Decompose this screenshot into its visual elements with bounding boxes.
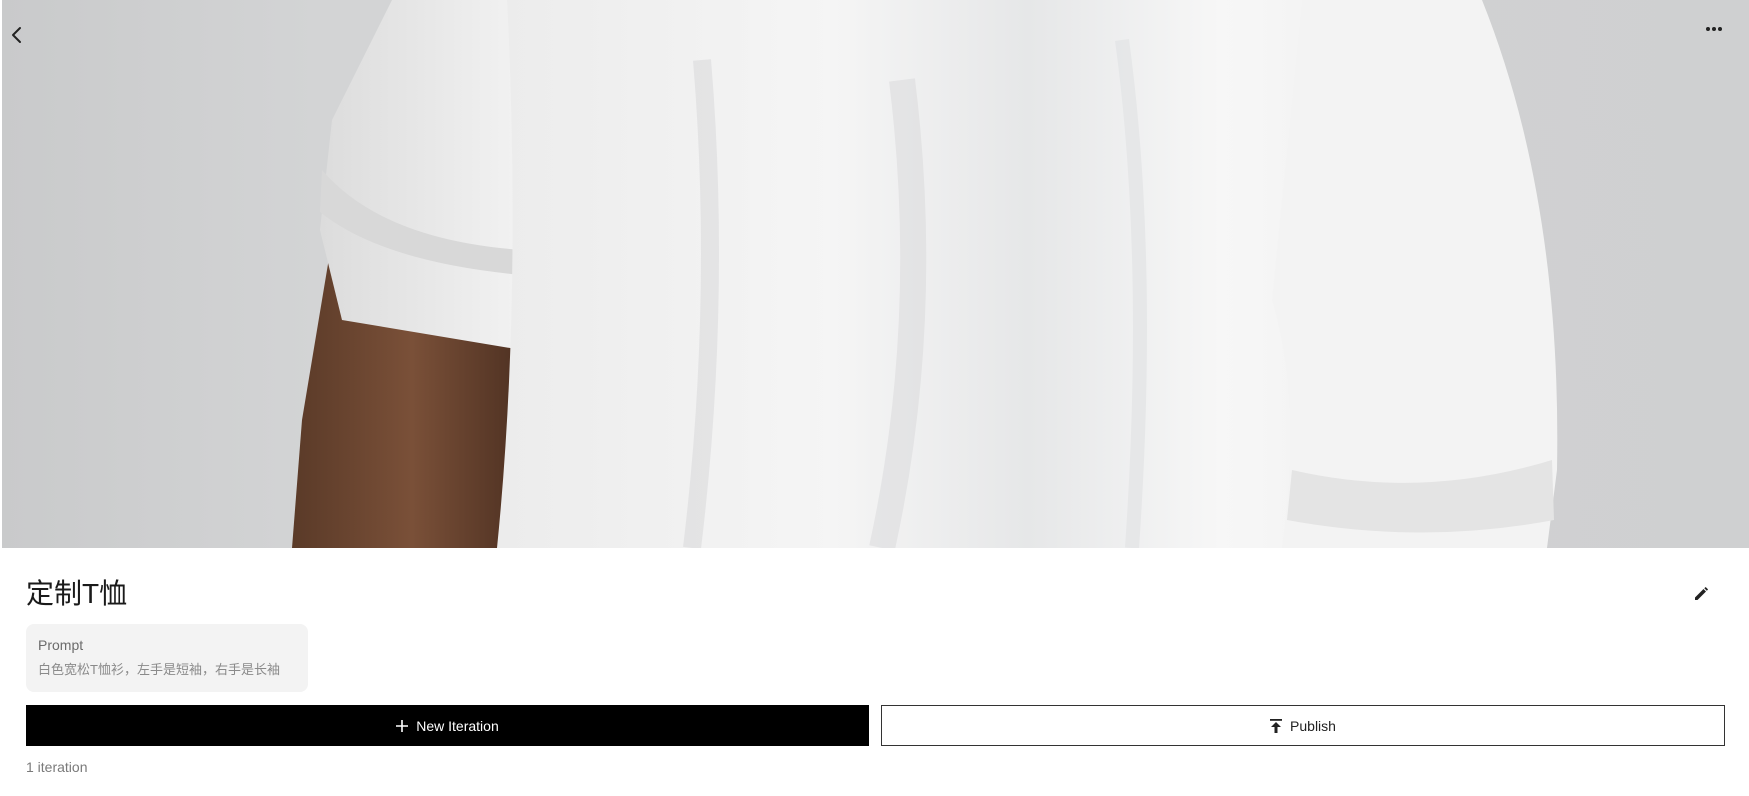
project-title: 定制T恤 — [26, 578, 128, 609]
upload-icon — [1270, 718, 1283, 733]
prompt-card: Prompt 白色宽松T恤衫，左手是短袖，右手是长袖 — [26, 624, 308, 692]
hero-image — [2, 0, 1749, 548]
new-iteration-button[interactable]: New Iteration — [26, 705, 869, 746]
more-options-button[interactable] — [1705, 26, 1745, 66]
more-horizontal-icon — [1706, 27, 1722, 31]
chevron-left-icon — [12, 27, 21, 43]
publish-label: Publish — [1290, 717, 1336, 734]
new-iteration-label: New Iteration — [416, 717, 499, 734]
project-details: 定制T恤 Prompt 白色宽松T恤衫，左手是短袖，右手是长袖 New Iter… — [0, 548, 1749, 796]
publish-button[interactable]: Publish — [881, 705, 1725, 746]
prompt-label: Prompt — [38, 637, 84, 653]
edit-title-button[interactable] — [1687, 580, 1715, 608]
tshirt-photo — [292, 0, 1558, 548]
pencil-icon — [1695, 587, 1708, 600]
plus-icon — [396, 719, 409, 732]
prompt-text: 白色宽松T恤衫，左手是短袖，右手是长袖 — [38, 662, 280, 677]
back-button[interactable] — [8, 26, 48, 66]
iteration-count: 1 iteration — [26, 759, 88, 775]
